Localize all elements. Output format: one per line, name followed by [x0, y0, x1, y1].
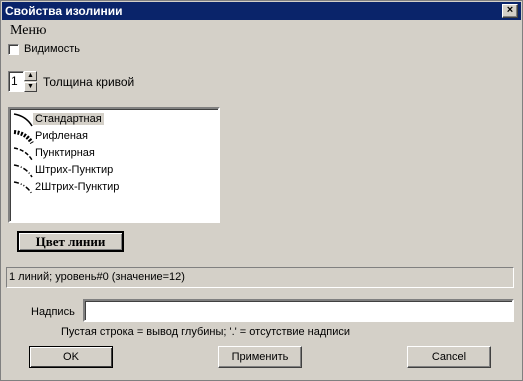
visibility-label[interactable]: Видимость [24, 43, 80, 55]
list-item-dashed[interactable]: Пунктирная [12, 145, 218, 162]
dashed-line-icon [13, 147, 33, 161]
menu-label[interactable]: Меню [10, 23, 46, 39]
list-item-dash-dot[interactable]: Штрих-Пунктир [12, 162, 218, 179]
caption-input[interactable] [83, 299, 514, 322]
dash-dot-line-icon [13, 164, 33, 178]
cancel-button[interactable]: Cancel [407, 346, 491, 368]
line-color-button[interactable]: Цвет линии [17, 231, 124, 252]
caption-hint: Пустая строка = вывод глубины; '.' = отс… [61, 326, 351, 338]
thickness-value[interactable]: 1 [8, 71, 24, 92]
caption-label: Надпись [31, 306, 75, 318]
list-item-label: Пунктирная [35, 147, 95, 159]
title-bar[interactable]: Свойства изолинии × [2, 2, 521, 20]
list-item-solid[interactable]: Стандартная [12, 111, 218, 128]
line-style-list[interactable]: Стандартная Рифленая Пунктирная Штрих-Пу… [8, 107, 220, 223]
visibility-checkbox[interactable] [8, 44, 19, 55]
list-item-label: Рифленая [35, 130, 88, 142]
spin-up-button[interactable]: ▲ [24, 71, 37, 81]
thickness-label: Толщина кривой [43, 75, 135, 89]
window-title: Свойства изолинии [5, 4, 123, 18]
apply-button[interactable]: Применить [218, 346, 302, 368]
close-button[interactable]: × [502, 4, 518, 18]
dash-dot-dot-line-icon [13, 181, 33, 195]
status-field: 1 линий; уровень#0 (значение=12) [6, 267, 514, 288]
list-item-dash-dot-dot[interactable]: 2Штрих-Пунктир [12, 179, 218, 196]
solid-line-icon [13, 113, 33, 127]
list-item-label: Штрих-Пунктир [35, 164, 114, 176]
list-item-label: 2Штрих-Пунктир [35, 181, 120, 193]
spin-down-button[interactable]: ▼ [24, 82, 37, 92]
dialog-window: Свойства изолинии × Меню Видимость 1 ▲ ▼… [0, 0, 523, 381]
corrugated-line-icon [13, 130, 34, 145]
thickness-spinner[interactable]: 1 ▲ ▼ [8, 71, 38, 92]
list-item-corrugated[interactable]: Рифленая [12, 128, 218, 145]
ok-button[interactable]: OK [29, 346, 113, 368]
list-item-label: Стандартная [33, 113, 104, 125]
